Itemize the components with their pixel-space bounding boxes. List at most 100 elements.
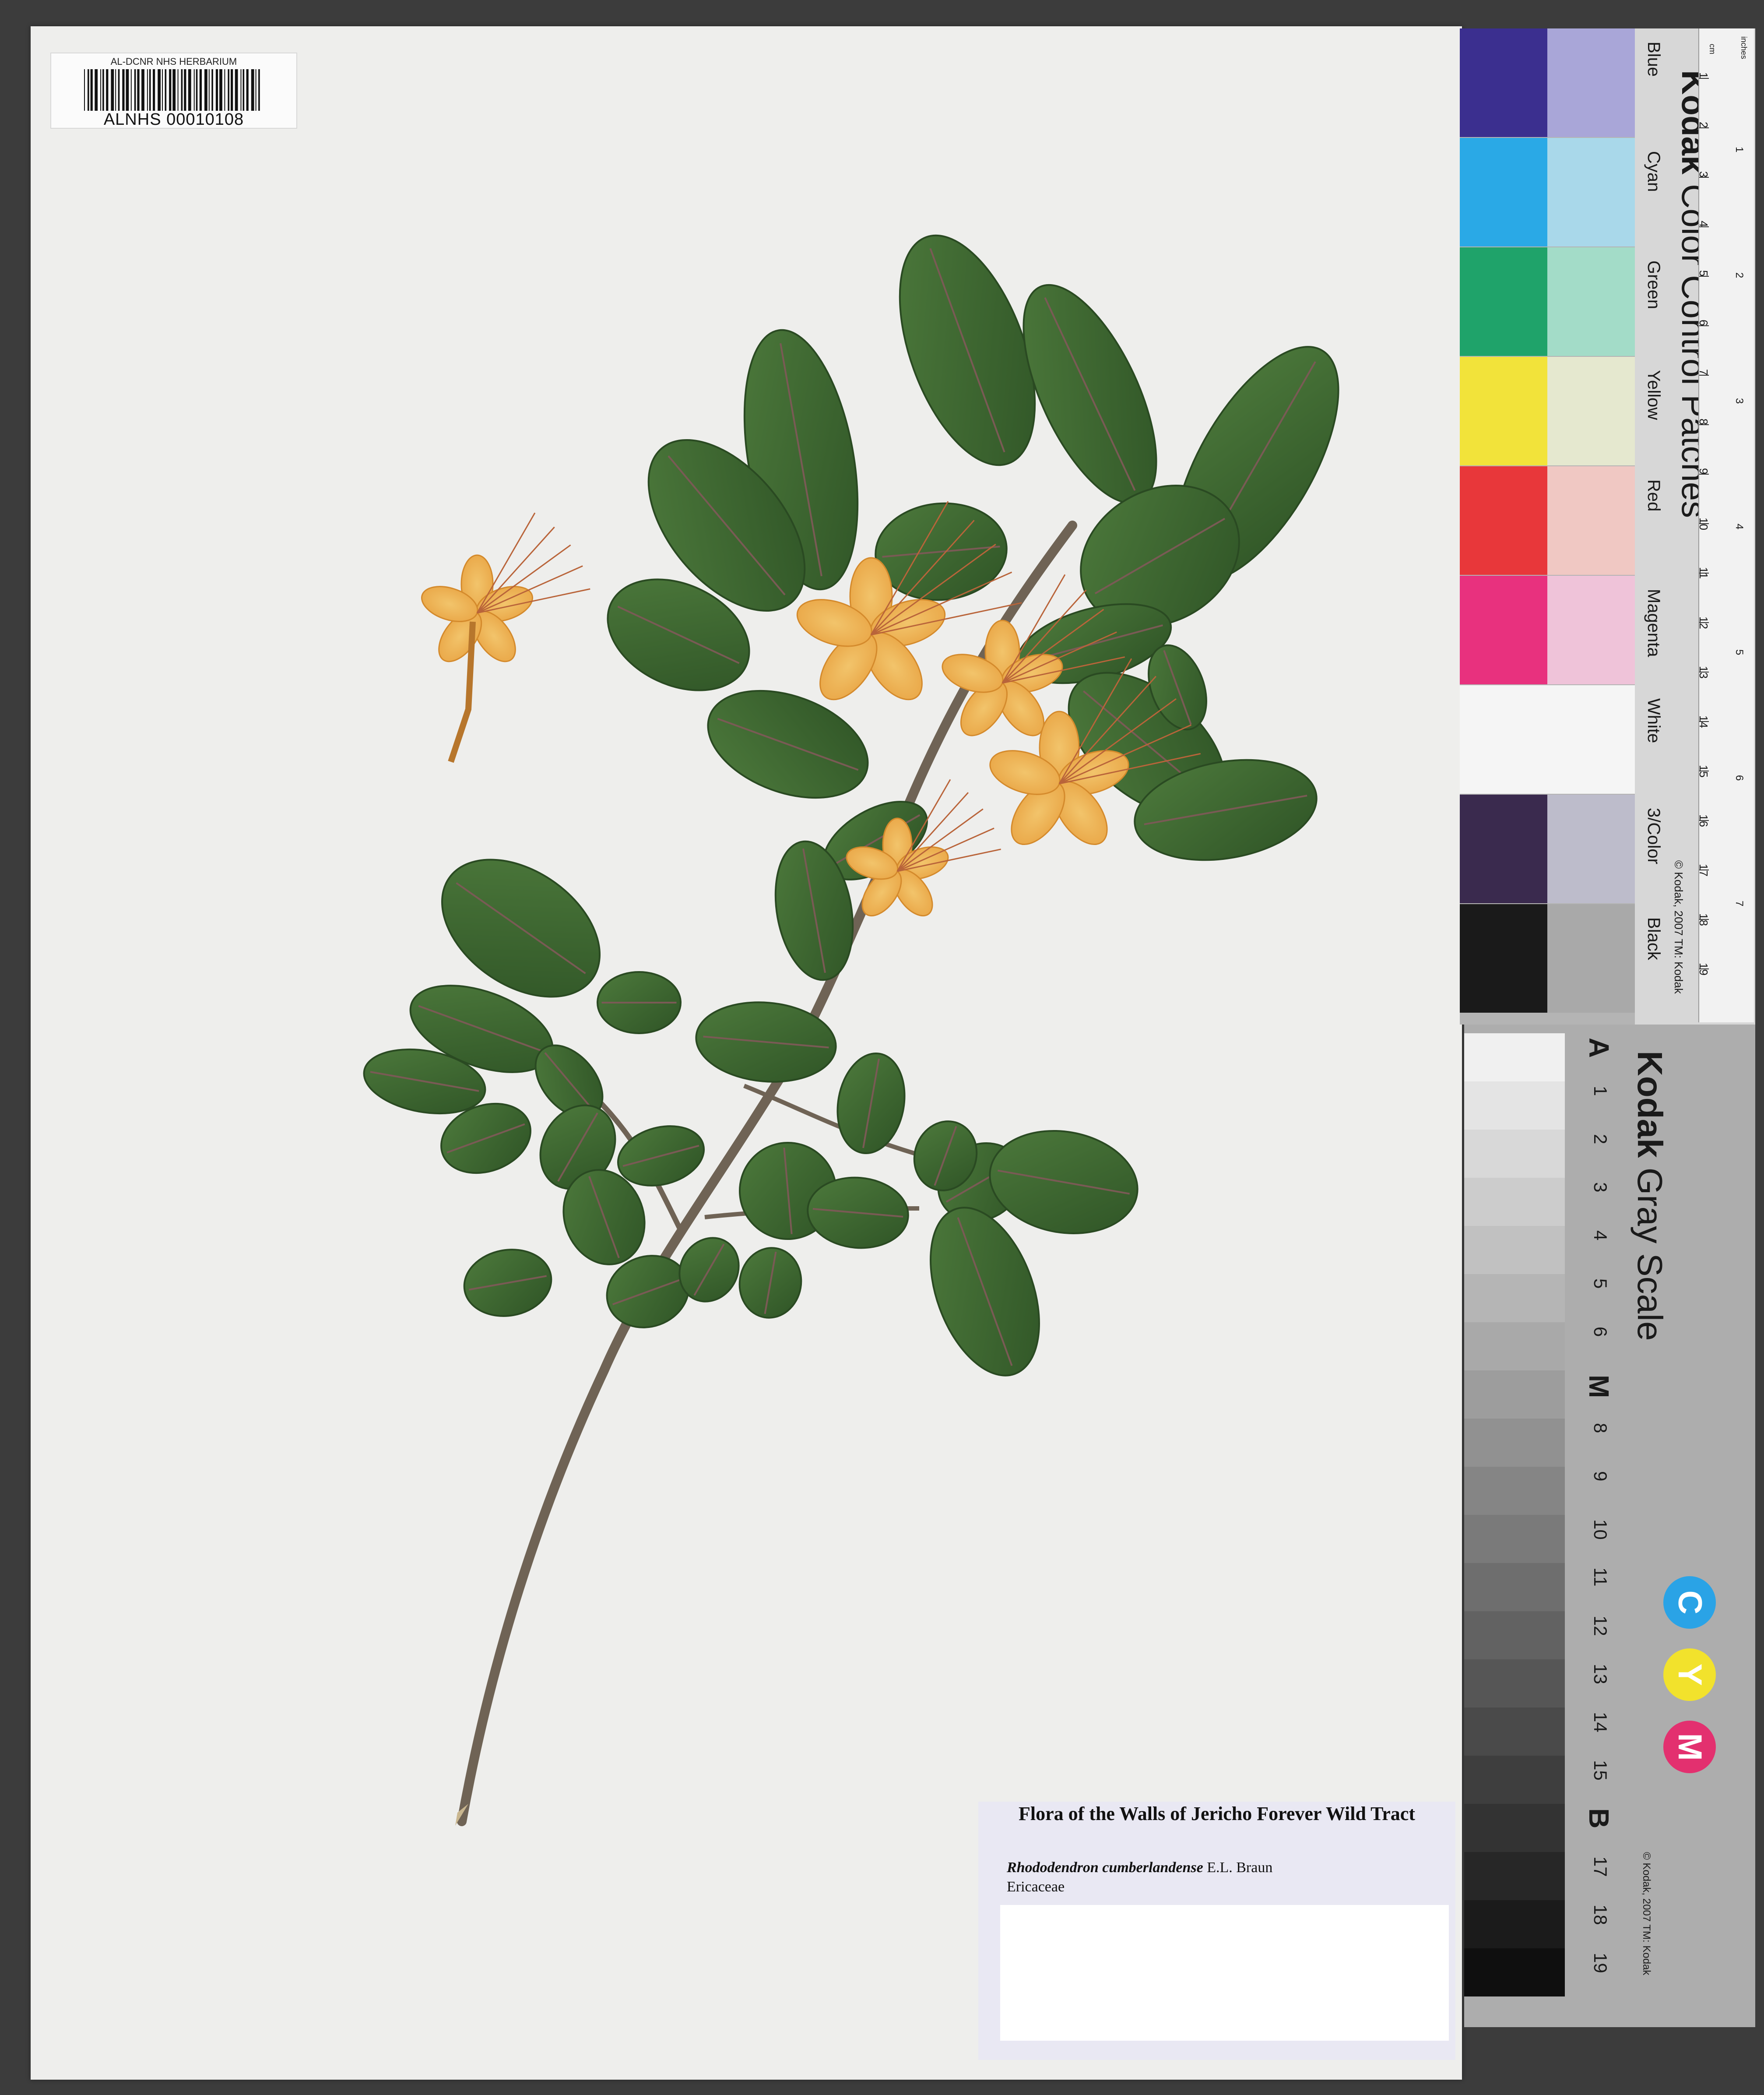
patch-label: Red (1644, 479, 1663, 512)
gray-card-title: Kodak Gray Scale (1630, 1051, 1670, 1341)
color-patch-tint (1547, 795, 1635, 903)
measurement-ruler: 1234567891011121314151617181912345678 in… (1697, 28, 1754, 1032)
patch-label: Black (1644, 917, 1663, 960)
color-patch (1460, 904, 1547, 1013)
gray-step (1464, 1708, 1565, 1756)
gray-scale-card: A 1 2 3 4 5 6 M 8 9 10 11 12 13 14 15 B 17 18 19 Kodak Gray… (1464, 1025, 1755, 2027)
gray-step (1464, 1178, 1565, 1226)
color-patch-tint (1547, 685, 1635, 794)
ruler-tick (1699, 523, 1709, 524)
ruler-tick (1699, 968, 1709, 969)
cym-swatch: C (1663, 1576, 1716, 1629)
gray-step (1464, 1756, 1565, 1804)
color-patch (1460, 138, 1547, 246)
ruler-tick (1699, 325, 1709, 326)
ruler-unit-inches: inches (1739, 36, 1748, 60)
gray-step-label: 2 (1590, 1134, 1611, 1144)
gray-step (1464, 1033, 1565, 1081)
color-patch-tint (1547, 576, 1635, 684)
collection-label: Flora of the Walls of Jericho Forever Wi… (978, 1802, 1455, 2060)
color-patch-tint (1547, 247, 1635, 356)
gray-step-label: A (1583, 1038, 1615, 1058)
gray-step-label: 11 (1590, 1567, 1611, 1587)
patch-label: Yellow (1644, 370, 1663, 420)
label-taxon: Rhododendron cumberlandense E.L. Braun (1007, 1859, 1272, 1876)
gray-step (1464, 1370, 1565, 1419)
patch-label: 3/Color (1644, 808, 1663, 864)
ruler-tick (1699, 424, 1709, 425)
gray-step-label: 10 (1590, 1519, 1611, 1540)
gray-step (1464, 1611, 1565, 1659)
gray-step (1464, 1900, 1565, 1948)
patch-label: Green (1644, 261, 1663, 310)
ruler-tick (1699, 226, 1709, 227)
ruler-tick (1699, 721, 1709, 722)
color-patch (1460, 28, 1547, 137)
gray-step-label: 5 (1590, 1278, 1611, 1289)
ruler-inch-label: 5 (1733, 649, 1745, 655)
gray-step (1464, 1852, 1565, 1900)
gray-step-label: 4 (1590, 1230, 1611, 1241)
color-patch (1460, 247, 1547, 356)
gray-step (1464, 1419, 1565, 1467)
family-name: Ericaceae (1007, 1879, 1065, 1895)
ruler-inch-label: 6 (1733, 775, 1745, 781)
ruler-inch-label: 2 (1733, 272, 1745, 278)
patch-label: White (1644, 698, 1663, 743)
gray-card-title-text: Gray Scale (1630, 1167, 1669, 1341)
ruler-inch-label: 3 (1733, 398, 1745, 404)
scientific-name: Rhododendron cumberlandense (1007, 1859, 1203, 1876)
gray-step (1464, 1130, 1565, 1178)
color-patch-tint (1547, 28, 1635, 137)
gray-step-label: 17 (1590, 1856, 1611, 1877)
label-title: Flora of the Walls of Jericho Forever Wi… (1019, 1803, 1415, 1824)
label-blank-area (1000, 1905, 1449, 2041)
patch-label: Blue (1644, 42, 1663, 77)
color-patch (1460, 685, 1547, 794)
gray-step-label: 14 (1590, 1712, 1611, 1732)
gray-step-label: 9 (1590, 1471, 1611, 1482)
gray-step (1464, 1274, 1565, 1322)
gray-step (1464, 1467, 1565, 1515)
patch-label: Magenta (1644, 589, 1663, 657)
ruler-inch-label: 1 (1733, 147, 1745, 153)
color-patch-tint (1547, 357, 1635, 465)
color-patch (1460, 795, 1547, 903)
ruler-tick (1699, 474, 1709, 475)
cym-swatch: M (1663, 1721, 1716, 1773)
gray-step (1464, 1659, 1565, 1708)
ruler-tick (1699, 127, 1709, 128)
ruler-tick (1699, 177, 1709, 178)
ruler-tick (1699, 919, 1709, 920)
ruler-inch-label: 4 (1733, 524, 1745, 530)
gray-step-label: 3 (1590, 1182, 1611, 1193)
ruler-tick (1699, 672, 1709, 673)
gray-step-label: 18 (1590, 1905, 1611, 1925)
gray-step-label: 12 (1590, 1616, 1611, 1636)
ruler-tick (1699, 622, 1709, 623)
ruler-tick (1699, 573, 1709, 574)
gray-step-label: B (1583, 1808, 1615, 1829)
gray-card-copyright: © Kodak, 2007 TM: Kodak (1641, 1852, 1652, 1975)
color-patch-tint (1547, 466, 1635, 575)
cym-swatch: Y (1663, 1648, 1716, 1701)
gray-step-label: M (1583, 1375, 1615, 1398)
color-patch (1460, 466, 1547, 575)
gray-step-label: 1 (1590, 1086, 1611, 1096)
taxon-authority: E.L. Braun (1207, 1859, 1273, 1876)
color-patch-tint (1547, 904, 1635, 1013)
gray-step-label: 8 (1590, 1423, 1611, 1433)
color-patch-tint (1547, 138, 1635, 246)
gray-step-label: 13 (1590, 1664, 1611, 1684)
gray-step (1464, 1563, 1565, 1611)
ruler-unit-cm: cm (1708, 44, 1717, 54)
gray-step (1464, 1948, 1565, 1996)
ruler-tick (1699, 820, 1709, 821)
ruler-tick (1699, 375, 1709, 376)
gray-card-brand: Kodak (1630, 1051, 1669, 1158)
color-card-copyright: © Kodak, 2007 TM: Kodak (1672, 860, 1685, 994)
gray-step (1464, 1226, 1565, 1274)
ruler-tick (1699, 78, 1709, 79)
gray-step (1464, 1804, 1565, 1852)
gray-step (1464, 1081, 1565, 1130)
